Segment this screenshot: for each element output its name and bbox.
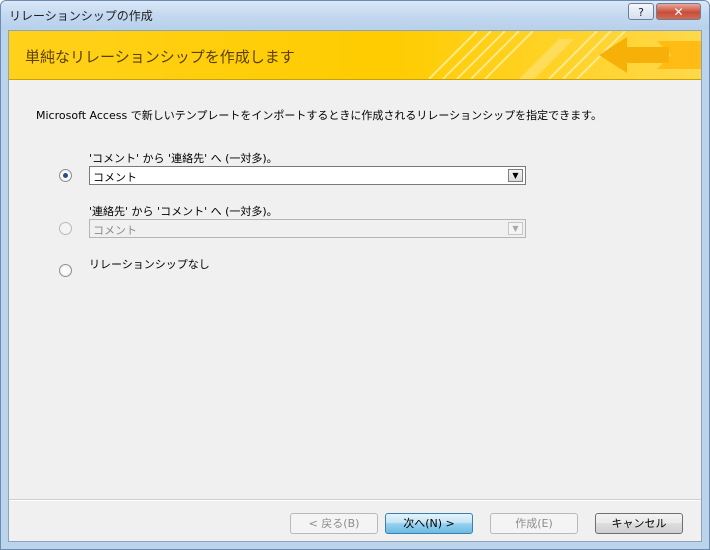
finish-button[interactable]: 作成(E)	[490, 513, 578, 534]
cancel-button[interactable]: キャンセル	[595, 513, 683, 534]
banner-decoration	[428, 31, 701, 79]
footer-divider	[9, 499, 701, 501]
option-no-relationship-label: リレーションシップなし	[89, 258, 210, 271]
back-button[interactable]: < 戻る(B)	[290, 513, 378, 534]
next-button[interactable]: 次へ(N) >	[385, 513, 473, 534]
combo-value: コメント	[93, 224, 137, 237]
help-button[interactable]: ?	[628, 3, 654, 20]
window-title: リレーションシップの作成	[9, 9, 153, 23]
banner-title: 単純なリレーションシップを作成します	[25, 48, 295, 66]
chevron-down-icon[interactable]: ▼	[508, 169, 523, 182]
option-contact-to-comment-label: '連絡先' から 'コメント' へ (一対多)。	[89, 205, 278, 218]
combo-value: コメント	[93, 171, 137, 184]
close-button[interactable]: ✕	[656, 3, 701, 20]
option-comment-to-contact-radio[interactable]	[59, 169, 72, 182]
dialog-window: リレーションシップの作成 ? ✕ 単純なリレーションシップを作成します Micr…	[0, 0, 710, 550]
option-contact-to-comment-radio[interactable]	[59, 222, 72, 235]
dialog-client-area: 単純なリレーションシップを作成します Microsoft Access で新しい…	[8, 30, 702, 542]
option-comment-to-contact-label: 'コメント' から '連絡先' へ (一対多)。	[89, 152, 278, 165]
chevron-down-icon[interactable]: ▼	[508, 222, 523, 235]
description-text: Microsoft Access で新しいテンプレートをインポートするときに作成…	[36, 109, 603, 122]
wizard-banner: 単純なリレーションシップを作成します	[9, 31, 701, 80]
option-no-relationship-radio[interactable]	[59, 264, 72, 277]
title-bar[interactable]: リレーションシップの作成 ? ✕	[1, 1, 709, 29]
comment-to-contact-field-combo[interactable]: コメント ▼	[89, 166, 526, 185]
contact-to-comment-field-combo[interactable]: コメント ▼	[89, 219, 526, 238]
